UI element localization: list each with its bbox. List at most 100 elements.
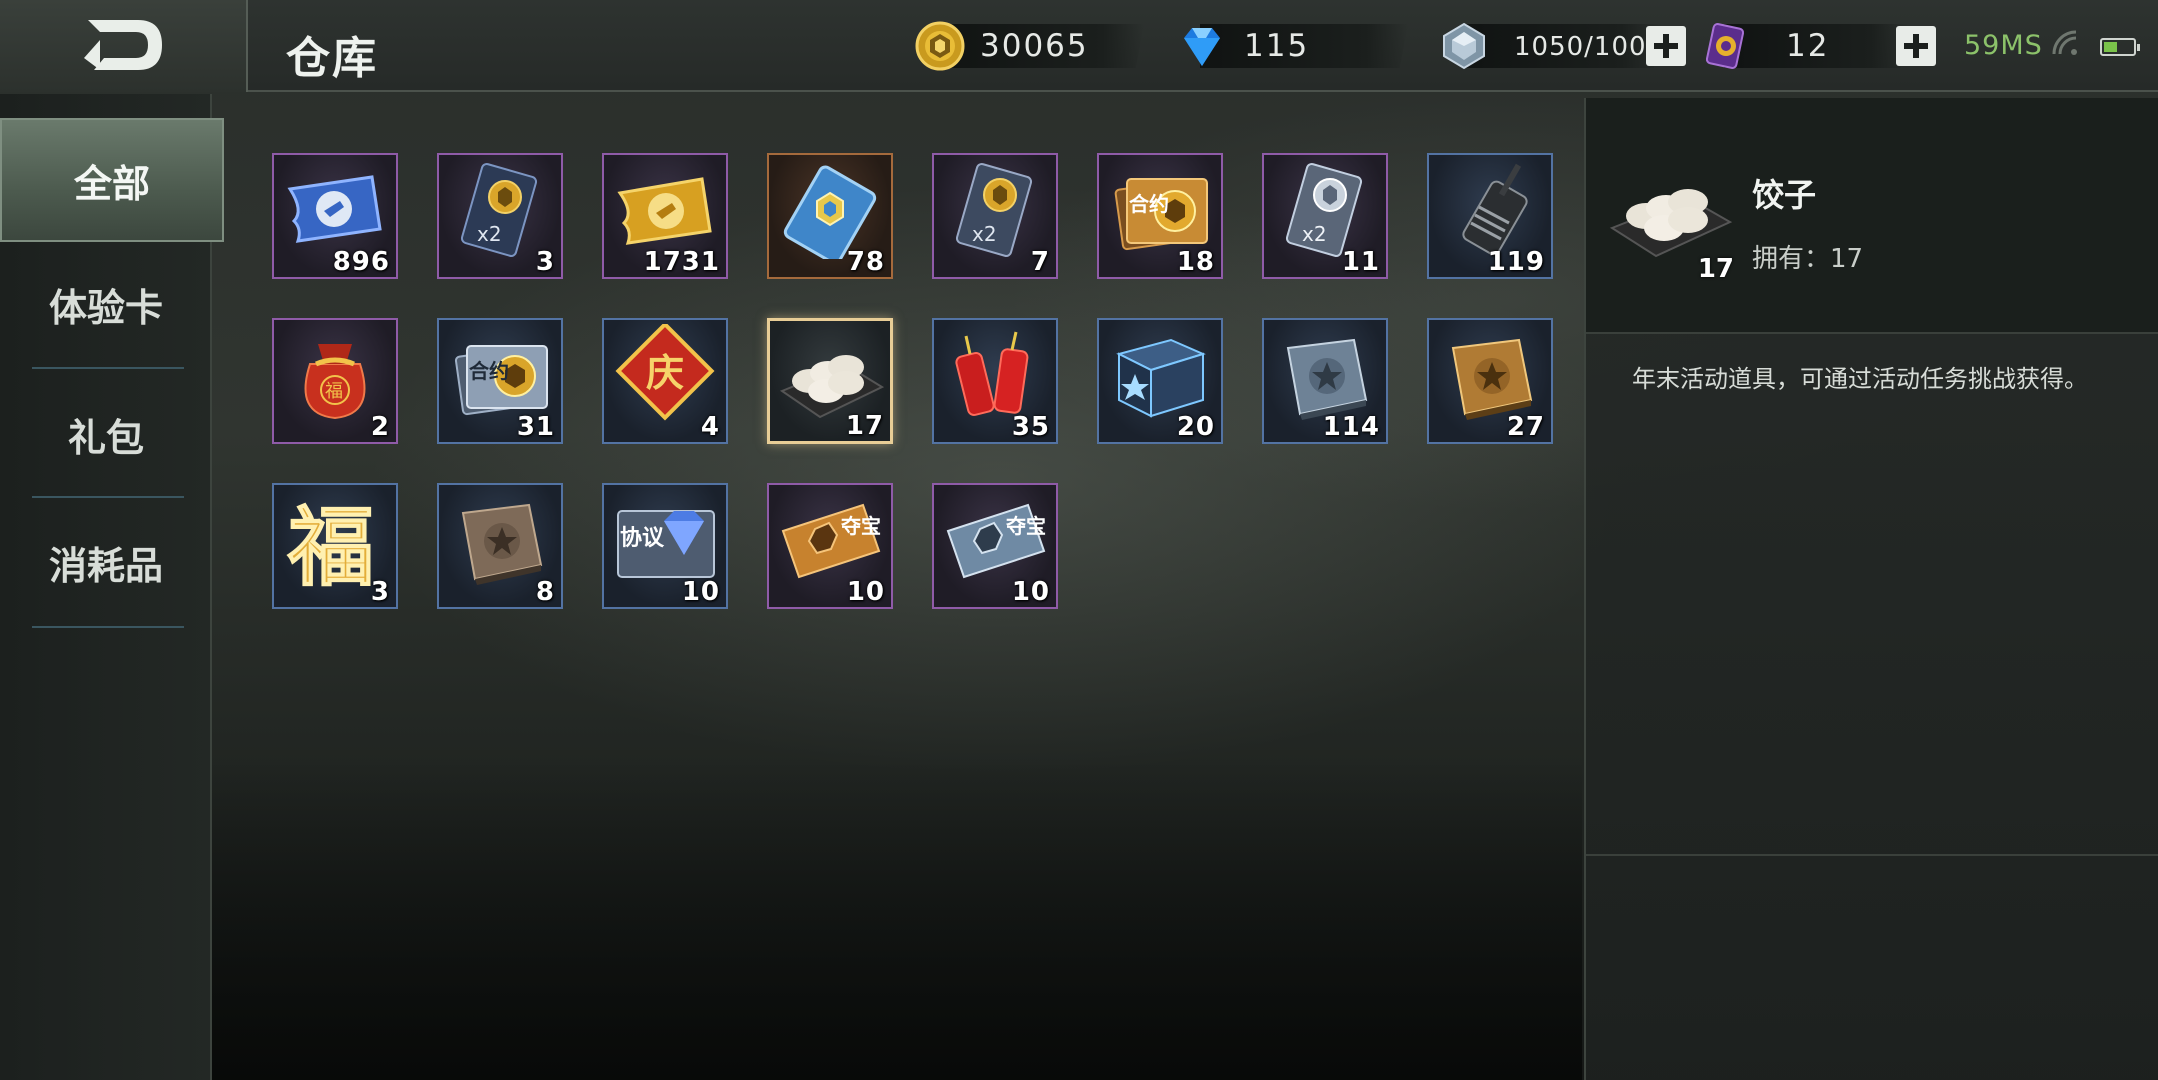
detail-item-icon: 17 [1608,158,1734,284]
detail-owned-count: 拥有：17 [1752,244,1864,274]
gold-resource: 30065 [914,21,1144,71]
blue-crate-icon [1116,338,1206,418]
signal-icon [2052,30,2077,55]
detail-divider [1586,854,2158,856]
item-count: 2 [370,412,390,442]
tab-divider [32,496,184,498]
item-slot[interactable]: x2 7 [932,153,1058,279]
walkie-talkie-icon [1462,163,1528,256]
x2-label: x2 [477,222,502,246]
item-slot[interactable]: 夺宝 10 [767,483,893,609]
item-count: 35 [1011,412,1050,442]
contract-label: 合约 [1129,192,1169,216]
item-slot[interactable]: 8 [437,483,563,609]
gold-card-x2-icon: x2 [955,163,1033,257]
tab-consumables[interactable]: 消耗品 [0,500,212,624]
item-count: 3 [535,247,555,277]
fu-label: 福 [287,498,374,589]
blue-ticket-icon [287,175,382,243]
item-slot[interactable]: 合约 31 [437,318,563,444]
add-crystal-button[interactable] [1646,26,1686,66]
qing-label: 庆 [646,351,684,395]
battery-level [2104,42,2117,52]
detail-item-name: 饺子 [1752,176,1817,214]
item-slot[interactable]: 1731 [602,153,728,279]
x2-label: x2 [1302,222,1327,246]
gold-card-x2-icon: x2 [460,163,538,257]
dumplings-icon [779,355,885,419]
item-count: 18 [1176,247,1215,277]
tab-all[interactable]: 全部 [0,118,224,242]
item-count: 1731 [643,247,720,277]
item-count: 7 [1030,247,1050,277]
item-count: 119 [1487,247,1545,277]
ticket-icon [1705,23,1745,69]
item-count: 8 [535,577,555,607]
item-slot[interactable]: 协议 10 [602,483,728,609]
crystal-icon [1443,22,1485,70]
diamond-value: 115 [1244,28,1310,64]
fu-character-icon: 福 [286,497,375,589]
lucky-bag-icon: 福 [304,344,366,420]
category-sidebar: 全部 体验卡 礼包 消耗品 [0,94,224,1080]
item-slot[interactable]: 119 [1427,153,1553,279]
item-slot[interactable]: 福 3 [272,483,398,609]
item-slot[interactable]: 夺宝 10 [932,483,1058,609]
silver-contract-icon: 合约 [454,345,548,416]
item-count: 11 [1341,247,1380,277]
item-count: 20 [1176,412,1215,442]
item-slot[interactable]: 27 [1427,318,1553,444]
item-slot[interactable]: 114 [1262,318,1388,444]
item-slot[interactable]: 福 2 [272,318,398,444]
item-count: 10 [681,577,720,607]
firecrackers-icon [955,331,1029,416]
back-icon[interactable] [78,14,168,76]
diamond-resource: 115 [1176,24,1408,70]
item-slot[interactable]: 896 [272,153,398,279]
protocol-label: 协议 [620,526,665,551]
tab-trial-cards[interactable]: 体验卡 [0,242,212,366]
treasure-label: 夺宝 [1005,514,1046,538]
item-count: 10 [846,577,885,607]
item-slot[interactable]: 20 [1097,318,1223,444]
x2-label: x2 [972,222,997,246]
silver-book-icon [1286,338,1368,420]
blue-card-icon [783,165,877,259]
tab-divider [32,367,184,369]
item-slot[interactable]: x2 11 [1262,153,1388,279]
detail-item-count: 17 [1697,254,1734,284]
detail-description: 年末活动道具，可通过活动任务挑战获得。 [1632,365,2088,393]
item-slot[interactable]: 合约 18 [1097,153,1223,279]
treasure-ticket-silver-icon: 夺宝 [946,503,1046,579]
item-count: 27 [1506,412,1545,442]
background-ground [212,760,1582,1080]
top-bar: 仓库 30065 115 1050/100 12 59MS [0,0,2158,92]
ticket-resource: 12 [1700,23,1940,70]
item-count: 114 [1322,412,1380,442]
tab-gift-packs[interactable]: 礼包 [0,372,212,496]
item-slot-selected[interactable]: 17 [767,318,893,444]
item-slot[interactable]: 35 [932,318,1058,444]
item-count: 4 [700,412,720,442]
item-detail-header: 17 饺子 拥有：17 [1586,98,2158,334]
page-title: 仓库 [286,33,378,84]
contract-label: 合约 [469,359,509,383]
item-slot[interactable]: 78 [767,153,893,279]
item-slot[interactable]: 庆 4 [602,318,728,444]
diamond-icon [1184,28,1220,66]
item-count: 78 [846,247,885,277]
gold-coin-icon [915,21,965,71]
brown-book-icon [461,503,543,585]
protocol-diamond-icon: 协议 [617,510,715,578]
add-ticket-button[interactable] [1896,26,1936,66]
item-slot[interactable]: x2 3 [437,153,563,279]
ping-indicator: 59MS [1964,30,2043,61]
silver-card-x2-icon: x2 [1285,163,1363,257]
treasure-label: 夺宝 [840,514,881,538]
item-count: 17 [845,411,884,441]
crystal-resource: 1050/100 [1438,22,1698,70]
dumplings-icon [1609,189,1733,258]
treasure-ticket-gold-icon: 夺宝 [781,503,881,579]
item-count: 896 [332,247,390,277]
crystal-value: 1050/100 [1514,32,1647,62]
